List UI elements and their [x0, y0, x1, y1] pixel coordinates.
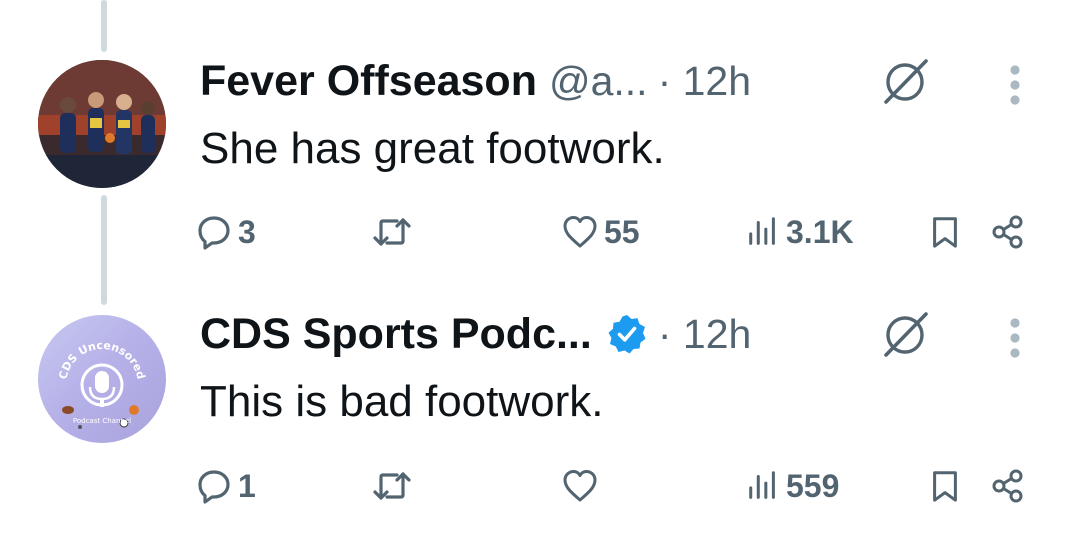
- retweet-button[interactable]: [372, 466, 418, 506]
- bookmark-icon: [928, 214, 962, 250]
- retweet-button[interactable]: [372, 212, 418, 252]
- tweet-1-header: Fever Offseason @a... · 12h: [200, 56, 751, 106]
- retweet-icon: [372, 468, 412, 504]
- avatar-sub-text: Podcast Channel: [73, 417, 131, 425]
- bookmark-button[interactable]: [928, 466, 962, 506]
- share-icon: [990, 214, 1026, 250]
- tweet-text: She has great footwork.: [200, 124, 665, 173]
- more-icon[interactable]: [1004, 313, 1026, 363]
- heart-icon: [562, 468, 598, 504]
- more-icon[interactable]: [1004, 60, 1026, 110]
- views-icon: [746, 214, 780, 250]
- verified-badge-icon: [608, 315, 646, 354]
- view-count: 3.1K: [786, 213, 854, 250]
- avatar-cds-sports-podcast[interactable]: CDS Uncensored Podcast Channel: [38, 315, 166, 443]
- bookmark-button[interactable]: [928, 212, 962, 252]
- retweet-icon: [372, 214, 412, 250]
- reply-button[interactable]: 1: [196, 466, 256, 506]
- like-button[interactable]: 55: [562, 212, 640, 252]
- avatar-photo-icon: [38, 60, 166, 188]
- views-button[interactable]: 3.1K: [746, 212, 854, 252]
- bookmark-icon: [928, 468, 962, 504]
- user-handle[interactable]: @a...: [549, 58, 648, 105]
- grok-icon[interactable]: [876, 56, 934, 106]
- grok-icon[interactable]: [876, 309, 934, 359]
- view-count: 559: [786, 467, 840, 504]
- like-count: 55: [604, 213, 640, 250]
- reply-icon: [196, 468, 232, 504]
- podcast-logo-icon: CDS Uncensored Podcast Channel: [38, 315, 166, 443]
- reply-icon: [196, 214, 232, 250]
- like-button[interactable]: [562, 466, 604, 506]
- timestamp[interactable]: · 12h: [658, 58, 751, 105]
- display-name[interactable]: Fever Offseason: [200, 57, 537, 106]
- views-button[interactable]: 559: [746, 466, 839, 506]
- share-icon: [990, 468, 1026, 504]
- reply-count: 3: [238, 213, 256, 250]
- views-icon: [746, 468, 780, 504]
- tweet-text: This is bad footwork.: [200, 377, 604, 426]
- thread-line-top: [101, 0, 107, 52]
- heart-icon: [562, 214, 598, 250]
- avatar-fever-offseason[interactable]: [38, 60, 166, 188]
- share-button[interactable]: [990, 212, 1026, 252]
- display-name[interactable]: CDS Sports Podc...: [200, 310, 592, 359]
- timestamp[interactable]: · 12h: [658, 311, 751, 358]
- tweet-2-header: CDS Sports Podc... · 12h: [200, 309, 751, 359]
- share-button[interactable]: [990, 466, 1026, 506]
- thread-line-connector: [101, 195, 107, 305]
- reply-count: 1: [238, 467, 256, 504]
- reply-button[interactable]: 3: [196, 212, 256, 252]
